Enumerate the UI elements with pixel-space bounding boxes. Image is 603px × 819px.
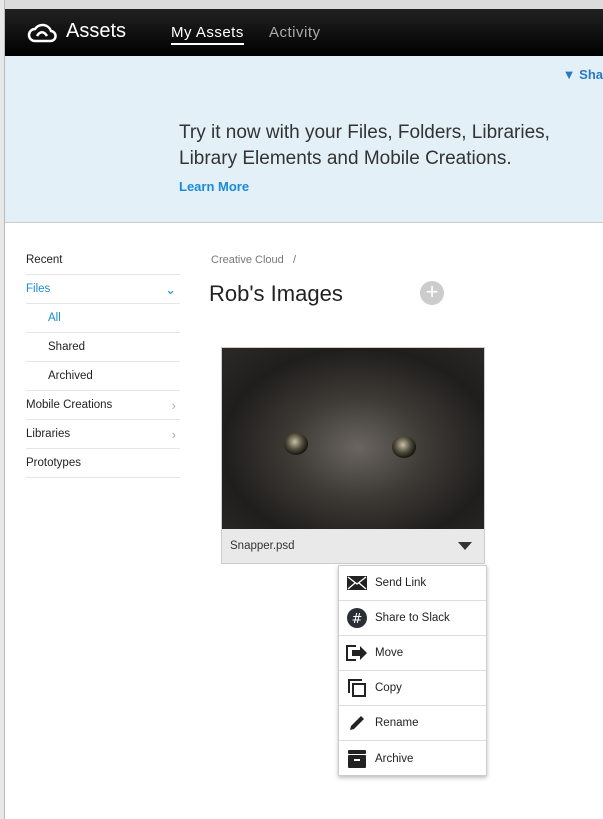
- sidebar-item-all[interactable]: All: [26, 304, 180, 333]
- file-caption: Snapper.psd: [222, 529, 484, 563]
- slack-icon: #: [339, 608, 375, 628]
- tab-activity[interactable]: Activity: [269, 24, 321, 41]
- chevron-right-icon: ›: [171, 427, 176, 442]
- chevron-right-icon: ›: [171, 398, 176, 413]
- app-name: Assets: [66, 20, 127, 42]
- thumbnail-detail: [284, 433, 308, 455]
- bookmarks-bar: [0, 0, 603, 9]
- share-toggle[interactable]: ▼ Sha: [563, 67, 603, 82]
- top-bar: Assets My Assets Activity: [5, 9, 603, 56]
- sidebar-item-files[interactable]: Files ⌄: [26, 275, 180, 304]
- file-card[interactable]: Snapper.psd: [221, 347, 485, 564]
- pencil-icon: [339, 715, 375, 731]
- share-label: Sha: [579, 67, 603, 82]
- breadcrumb: Creative Cloud /: [211, 254, 296, 266]
- breadcrumb-link[interactable]: Creative Cloud: [211, 254, 284, 266]
- move-icon: [339, 645, 375, 661]
- menu-item-copy[interactable]: Copy: [339, 671, 486, 706]
- triangle-down-icon: ▼: [562, 67, 576, 82]
- svg-text:#: #: [352, 612, 363, 627]
- menu-item-rename[interactable]: Rename: [339, 706, 486, 741]
- menu-item-move[interactable]: Move: [339, 636, 486, 671]
- archive-icon: [339, 749, 375, 768]
- tab-my-assets[interactable]: My Assets: [171, 24, 244, 45]
- file-thumbnail: [222, 348, 484, 529]
- menu-item-share-to-slack[interactable]: # Share to Slack: [339, 601, 486, 636]
- dropdown-caret-icon[interactable]: [458, 542, 472, 550]
- breadcrumb-separator: /: [292, 254, 296, 266]
- chevron-down-icon: ⌄: [165, 282, 176, 297]
- copy-icon: [339, 679, 375, 697]
- creative-cloud-logo-icon: [27, 23, 57, 43]
- sidebar-nav: Recent Files ⌄ All Shared Archived Mobile…: [26, 246, 180, 478]
- plus-circle-icon[interactable]: +: [420, 281, 444, 305]
- sidebar-item-mobile-creations[interactable]: Mobile Creations ›: [26, 391, 180, 420]
- sidebar-item-archived[interactable]: Archived: [26, 362, 180, 391]
- page-title: Rob's Images: [209, 281, 343, 306]
- learn-more-link[interactable]: Learn More: [179, 179, 249, 194]
- file-name: Snapper.psd: [230, 540, 295, 552]
- promo-text: Try it now with your Files, Folders, Lib…: [179, 122, 550, 169]
- promo-banner: ▼ Sha Try it now with your Files, Folder…: [5, 56, 603, 223]
- menu-item-send-link[interactable]: Send Link: [339, 566, 486, 601]
- sidebar-item-libraries[interactable]: Libraries ›: [26, 420, 180, 449]
- sidebar-item-prototypes[interactable]: Prototypes: [26, 449, 180, 478]
- sidebar-item-shared[interactable]: Shared: [26, 333, 180, 362]
- menu-item-archive[interactable]: Archive: [339, 741, 486, 776]
- sidebar-item-recent[interactable]: Recent: [26, 246, 180, 275]
- envelope-icon: [339, 576, 375, 590]
- thumbnail-detail: [392, 436, 416, 458]
- context-menu: Send Link # Share to Slack Move Copy Rena…: [338, 565, 487, 776]
